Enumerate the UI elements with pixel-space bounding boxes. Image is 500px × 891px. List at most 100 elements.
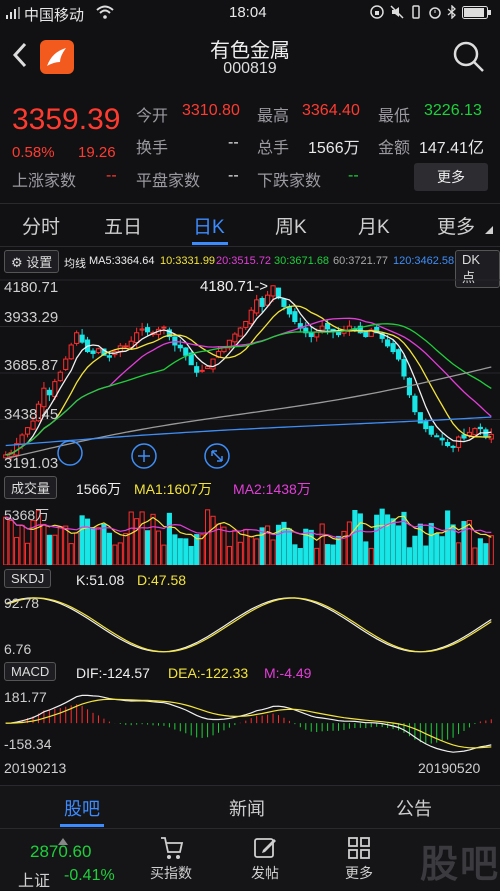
skdj-tab-button[interactable]: SKDJ xyxy=(4,569,52,588)
up-count-label: 上涨家数 xyxy=(12,173,77,190)
y-tick-bottom: 3191.03 xyxy=(4,455,58,472)
ma20-value: 20:3515.72 xyxy=(216,255,272,267)
candle-body xyxy=(286,306,292,315)
post-button[interactable]: 发帖 xyxy=(230,835,300,883)
skdj-d: D:47.58 xyxy=(137,572,187,588)
tab-weekly-k[interactable]: 周K xyxy=(275,212,307,239)
grid-icon xyxy=(348,837,370,859)
volume-bar xyxy=(237,541,243,566)
volume-chart: 5368万 xyxy=(0,500,500,566)
candle-body xyxy=(439,437,445,441)
settings-label: 设置 xyxy=(26,255,53,270)
volume-bar xyxy=(199,534,205,566)
volume-bar xyxy=(374,514,380,566)
candle-body xyxy=(24,427,31,435)
tab-monthly-k[interactable]: 月K xyxy=(358,212,390,239)
volume-bar xyxy=(379,508,385,566)
bluetooth-icon xyxy=(447,4,457,23)
volume-bar xyxy=(314,547,320,566)
index-ticker[interactable]: 2870.60 上证 -0.41% xyxy=(0,829,130,890)
guba-tab-indicator xyxy=(60,824,104,827)
candle-body xyxy=(412,395,418,413)
alarm-icon xyxy=(428,5,442,23)
change-value: 19.26 xyxy=(78,144,116,161)
candle-body xyxy=(139,328,145,331)
candle-body xyxy=(237,327,243,337)
volume-bar xyxy=(155,530,162,566)
candle-body xyxy=(472,428,478,436)
volume-bar xyxy=(95,527,102,566)
candle-body xyxy=(183,347,189,356)
expand-icon[interactable] xyxy=(203,442,231,475)
candle-body xyxy=(63,358,69,370)
skdj-k-line xyxy=(5,597,492,653)
tab-announcements[interactable]: 公告 xyxy=(396,795,432,821)
tab-intraday[interactable]: 分时 xyxy=(22,212,60,239)
lock-rotation-icon xyxy=(370,5,384,23)
volume-bar xyxy=(57,525,63,566)
more-tools-button[interactable]: 更多 xyxy=(324,835,394,883)
volume-bar xyxy=(150,513,156,566)
y-tick-2: 3933.29 xyxy=(4,309,58,326)
candle-body xyxy=(455,436,462,448)
wifi-icon xyxy=(96,5,114,23)
bottom-toolbar: 2870.60 上证 -0.41% 买指数 发帖 更多 股吧 xyxy=(0,828,500,890)
volume-current: 1566万 xyxy=(76,481,122,497)
y-tick-top: 4180.71 xyxy=(4,279,58,296)
candle-body xyxy=(161,326,167,329)
volume-bar xyxy=(352,509,358,566)
volume-bar xyxy=(128,511,134,566)
skdj-svg: 92.78 6.76 xyxy=(4,595,492,657)
volume-bar xyxy=(210,515,216,566)
volume-bar xyxy=(14,537,20,566)
candle-body xyxy=(232,333,238,343)
macd-tab-button[interactable]: MACD xyxy=(4,662,57,681)
volume-tab-button[interactable]: 成交量 xyxy=(4,476,58,499)
volume-bar xyxy=(123,533,129,566)
carrier-label: 中国移动 xyxy=(24,7,85,24)
candle-body xyxy=(41,387,47,408)
volume-bar xyxy=(445,510,451,566)
more-quote-button[interactable]: 更多 xyxy=(414,163,488,191)
volume-bar xyxy=(221,526,227,566)
stock-code: 000819 xyxy=(223,60,277,77)
tab-news[interactable]: 新闻 xyxy=(229,795,265,821)
index-value: 2870.60 xyxy=(30,842,92,861)
volume-bar xyxy=(84,518,91,566)
volume-bar xyxy=(101,523,107,566)
volume-bar xyxy=(112,544,118,566)
clock: 18:04 xyxy=(229,4,267,21)
post-label: 发帖 xyxy=(251,865,279,881)
buy-index-button[interactable]: 买指数 xyxy=(136,835,206,883)
active-tab-indicator xyxy=(192,242,228,245)
volume-bar xyxy=(330,544,336,566)
tab-guba[interactable]: 股吧 xyxy=(64,795,100,821)
volume-bar xyxy=(46,534,52,566)
candle-body xyxy=(308,332,314,338)
candle-body xyxy=(319,325,325,331)
search-icon[interactable] xyxy=(452,40,486,79)
tab-five-day[interactable]: 五日 xyxy=(104,212,142,239)
signal-icon xyxy=(6,6,20,19)
volume-bar xyxy=(286,528,292,566)
macd-dea: DEA:-122.33 xyxy=(168,665,249,681)
kline-chart[interactable]: 4180.71 3933.29 3685.87 3438.45 3191.03 … xyxy=(0,274,500,474)
volume-bar xyxy=(472,547,478,566)
candle-body xyxy=(395,349,402,360)
settings-button[interactable]: ⚙ 设置 xyxy=(4,250,60,273)
zoom-in-icon[interactable] xyxy=(130,442,158,475)
volume-bar xyxy=(161,544,167,566)
candle-body xyxy=(243,320,249,328)
volume-bar xyxy=(3,516,9,566)
tab-daily-k[interactable]: 日K xyxy=(193,212,225,239)
scroll-left-icon[interactable] xyxy=(57,440,83,471)
volume-bar xyxy=(434,533,440,566)
candle-body xyxy=(68,344,74,360)
volume-bar xyxy=(188,545,194,566)
y-tick-4: 3438.45 xyxy=(4,406,58,423)
macd-y-bottom: -158.34 xyxy=(4,736,52,752)
change-percent: 0.58% xyxy=(12,144,55,161)
mute-icon xyxy=(390,5,404,23)
tab-more[interactable]: 更多 xyxy=(437,212,475,239)
macd-dif: DIF:-124.57 xyxy=(76,665,150,681)
